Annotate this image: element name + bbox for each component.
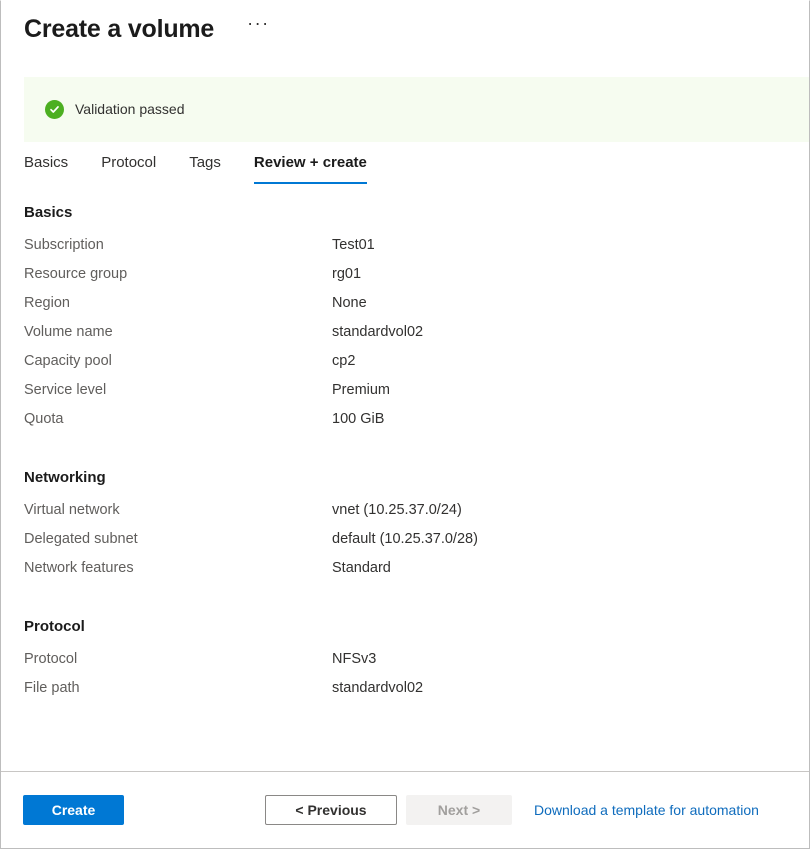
table-row: Network features Standard <box>24 558 799 587</box>
row-label: Capacity pool <box>24 351 332 371</box>
section-title-protocol: Protocol <box>24 617 799 637</box>
blade-header: Create a volume ··· <box>1 1 809 57</box>
success-check-icon <box>45 100 64 119</box>
section-basics: Basics Subscription Test01 Resource grou… <box>24 203 799 438</box>
row-label: Subscription <box>24 235 332 255</box>
table-row: Quota 100 GiB <box>24 409 799 438</box>
create-button[interactable]: Create <box>23 795 124 825</box>
row-label: Resource group <box>24 264 332 284</box>
row-label: Protocol <box>24 649 332 669</box>
download-template-link[interactable]: Download a template for automation <box>534 800 759 820</box>
row-label: Virtual network <box>24 500 332 520</box>
section-title-networking: Networking <box>24 468 799 488</box>
previous-button[interactable]: < Previous <box>265 795 397 825</box>
tab-review-create[interactable]: Review + create <box>254 153 367 184</box>
page-title: Create a volume <box>24 14 214 44</box>
blade-footer: Create < Previous Next > Download a temp… <box>1 771 809 848</box>
review-summary: Basics Subscription Test01 Resource grou… <box>24 203 799 771</box>
table-row: Resource group rg01 <box>24 264 799 293</box>
row-value: Premium <box>332 380 799 400</box>
table-row: Service level Premium <box>24 380 799 409</box>
row-value: Standard <box>332 558 799 578</box>
row-value: NFSv3 <box>332 649 799 669</box>
row-value: 100 GiB <box>332 409 799 429</box>
row-label: Delegated subnet <box>24 529 332 549</box>
row-value: cp2 <box>332 351 799 371</box>
table-row: Region None <box>24 293 799 322</box>
tab-basics[interactable]: Basics <box>24 153 68 184</box>
more-options-icon[interactable]: ··· <box>243 12 273 40</box>
row-value: standardvol02 <box>332 678 799 698</box>
section-protocol: Protocol Protocol NFSv3 File path standa… <box>24 617 799 707</box>
row-value: default (10.25.37.0/28) <box>332 529 799 549</box>
row-value: None <box>332 293 799 313</box>
table-row: Capacity pool cp2 <box>24 351 799 380</box>
row-value: rg01 <box>332 264 799 284</box>
next-button: Next > <box>406 795 512 825</box>
row-label: Volume name <box>24 322 332 342</box>
row-value: standardvol02 <box>332 322 799 342</box>
table-row: Protocol NFSv3 <box>24 649 799 678</box>
table-row: Subscription Test01 <box>24 235 799 264</box>
row-label: Region <box>24 293 332 313</box>
table-row: Volume name standardvol02 <box>24 322 799 351</box>
row-label: File path <box>24 678 332 698</box>
tab-tags[interactable]: Tags <box>189 153 221 184</box>
validation-message: Validation passed <box>75 100 184 119</box>
blade-body: Validation passed Basics Protocol Tags R… <box>1 57 809 771</box>
section-networking: Networking Virtual network vnet (10.25.3… <box>24 468 799 587</box>
validation-banner: Validation passed <box>24 77 809 142</box>
row-label: Quota <box>24 409 332 429</box>
row-value: Test01 <box>332 235 799 255</box>
table-row: File path standardvol02 <box>24 678 799 707</box>
table-row: Virtual network vnet (10.25.37.0/24) <box>24 500 799 529</box>
create-volume-blade: Create a volume ··· Validation passed Ba… <box>0 0 810 849</box>
row-label: Service level <box>24 380 332 400</box>
section-title-basics: Basics <box>24 203 799 223</box>
tab-protocol[interactable]: Protocol <box>101 153 156 184</box>
row-value: vnet (10.25.37.0/24) <box>332 500 799 520</box>
row-label: Network features <box>24 558 332 578</box>
table-row: Delegated subnet default (10.25.37.0/28) <box>24 529 799 558</box>
wizard-tabs: Basics Protocol Tags Review + create <box>24 153 367 184</box>
